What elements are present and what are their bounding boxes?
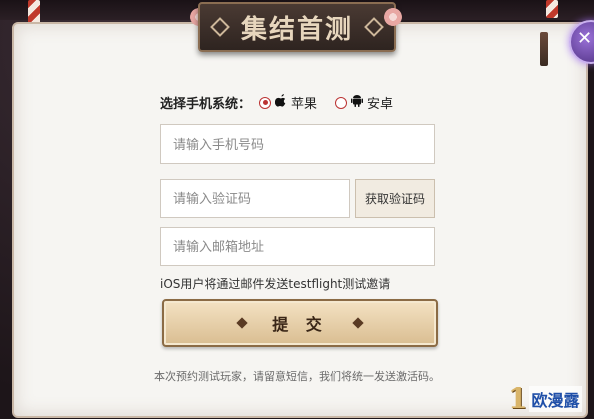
diamond-ornament-icon bbox=[352, 317, 364, 329]
tassel-ornament bbox=[540, 32, 548, 66]
submit-button[interactable]: 提 交 bbox=[162, 299, 438, 347]
watermark-number: 1 bbox=[508, 382, 528, 415]
page-title: 集结首测 bbox=[240, 14, 353, 45]
email-input[interactable] bbox=[160, 227, 435, 266]
close-icon: ✕ bbox=[577, 28, 593, 49]
os-option-android[interactable]: 安卓 bbox=[335, 93, 393, 112]
flower-ornament-right bbox=[384, 8, 402, 26]
os-option-android-label: 安卓 bbox=[367, 97, 394, 112]
os-option-apple-label: 苹果 bbox=[291, 97, 318, 112]
signup-panel bbox=[12, 22, 588, 418]
android-icon bbox=[351, 94, 364, 111]
diamond-ornament-right-icon bbox=[364, 17, 384, 37]
ios-note: iOS用户将通过邮件发送testflight测试邀请 bbox=[160, 277, 391, 291]
diamond-ornament-icon bbox=[236, 317, 248, 329]
get-code-button[interactable]: 获取验证码 bbox=[355, 179, 435, 218]
radio-apple[interactable] bbox=[259, 96, 272, 109]
title-banner: 集结首测 bbox=[198, 2, 396, 52]
site-watermark: 1 欧漫露 bbox=[508, 382, 582, 415]
apple-icon bbox=[274, 94, 287, 111]
radio-android[interactable] bbox=[335, 96, 348, 109]
phone-input[interactable] bbox=[160, 124, 435, 164]
footer-text: 本次预约测试玩家，请留意短信，我们将统一发送激活码。 bbox=[154, 370, 440, 383]
os-option-apple[interactable]: 苹果 bbox=[259, 93, 317, 112]
submit-label: 提 交 bbox=[272, 315, 328, 334]
os-select-row: 选择手机系统： 苹果 安卓 bbox=[160, 93, 411, 112]
decorative-post-right bbox=[546, 0, 558, 18]
verification-code-input[interactable] bbox=[160, 179, 350, 218]
diamond-ornament-left-icon bbox=[210, 17, 230, 37]
os-select-label: 选择手机系统： bbox=[160, 97, 252, 112]
watermark-text: 欧漫露 bbox=[529, 385, 582, 412]
